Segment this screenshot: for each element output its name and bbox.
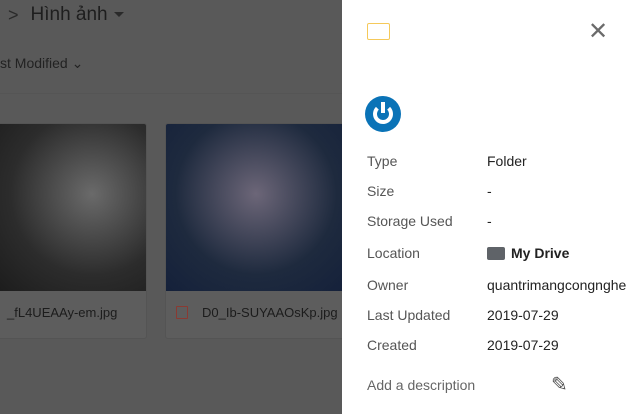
breadcrumb: > Hình ảnh bbox=[8, 4, 124, 26]
drive-folder-icon bbox=[487, 246, 505, 260]
file-thumbnail bbox=[166, 124, 349, 291]
detail-label: Last Updated bbox=[367, 307, 451, 323]
detail-value: - bbox=[487, 183, 492, 199]
file-name: _fL4UEAAy-em.jpg bbox=[7, 305, 118, 320]
detail-label: Owner bbox=[367, 277, 409, 293]
breadcrumb-label: Hình ảnh bbox=[30, 4, 108, 25]
chevron-down-icon: ⌄ bbox=[71, 55, 84, 71]
detail-value: My Drive bbox=[511, 245, 570, 261]
sort-label: st Modified bbox=[0, 55, 68, 71]
divider bbox=[0, 93, 342, 94]
detail-row-storage: Storage Used - bbox=[367, 213, 492, 229]
sort-button[interactable]: st Modified ⌄ bbox=[0, 55, 83, 72]
detail-value: quantrimangcongnghe bbox=[487, 277, 627, 293]
folder-icon bbox=[367, 23, 390, 40]
detail-label: Location bbox=[367, 245, 420, 261]
detail-row-last-updated: Last Updated 2019-07-29 bbox=[367, 307, 559, 323]
owner-avatar bbox=[365, 96, 401, 132]
location-link[interactable]: My Drive bbox=[487, 245, 569, 261]
detail-value: 2019-07-29 bbox=[487, 337, 559, 353]
detail-label: Type bbox=[367, 153, 398, 169]
add-description-field[interactable]: Add a description bbox=[367, 377, 475, 393]
file-card[interactable]: _fL4UEAAy-em.jpg bbox=[0, 123, 147, 339]
edit-pencil-icon[interactable]: ✎ bbox=[551, 372, 568, 397]
details-panel: ✕ Type Folder Size - Storage Used - Locatio… bbox=[342, 0, 631, 414]
detail-label: Created bbox=[367, 337, 417, 353]
file-thumbnail bbox=[0, 124, 146, 291]
detail-row-size: Size - bbox=[367, 183, 492, 199]
detail-label: Size bbox=[367, 183, 395, 199]
detail-label: Storage Used bbox=[367, 213, 453, 229]
caret-down-icon bbox=[113, 12, 124, 18]
image-file-icon bbox=[176, 306, 188, 319]
detail-row-owner: Owner quantrimangcongnghe bbox=[367, 277, 626, 293]
file-card[interactable]: D0_Ib-SUYAAOsKp.jpg bbox=[165, 123, 350, 339]
breadcrumb-separator: > bbox=[8, 4, 19, 25]
detail-value: - bbox=[487, 213, 492, 229]
detail-row-created: Created 2019-07-29 bbox=[367, 337, 559, 353]
breadcrumb-current-folder[interactable]: Hình ảnh bbox=[31, 4, 124, 26]
file-name: D0_Ib-SUYAAOsKp.jpg bbox=[202, 305, 338, 320]
close-button[interactable]: ✕ bbox=[588, 20, 608, 44]
detail-value: Folder bbox=[487, 153, 527, 169]
detail-value: 2019-07-29 bbox=[487, 307, 559, 323]
detail-row-type: Type Folder bbox=[367, 153, 527, 169]
detail-row-location: Location My Drive bbox=[367, 245, 569, 261]
